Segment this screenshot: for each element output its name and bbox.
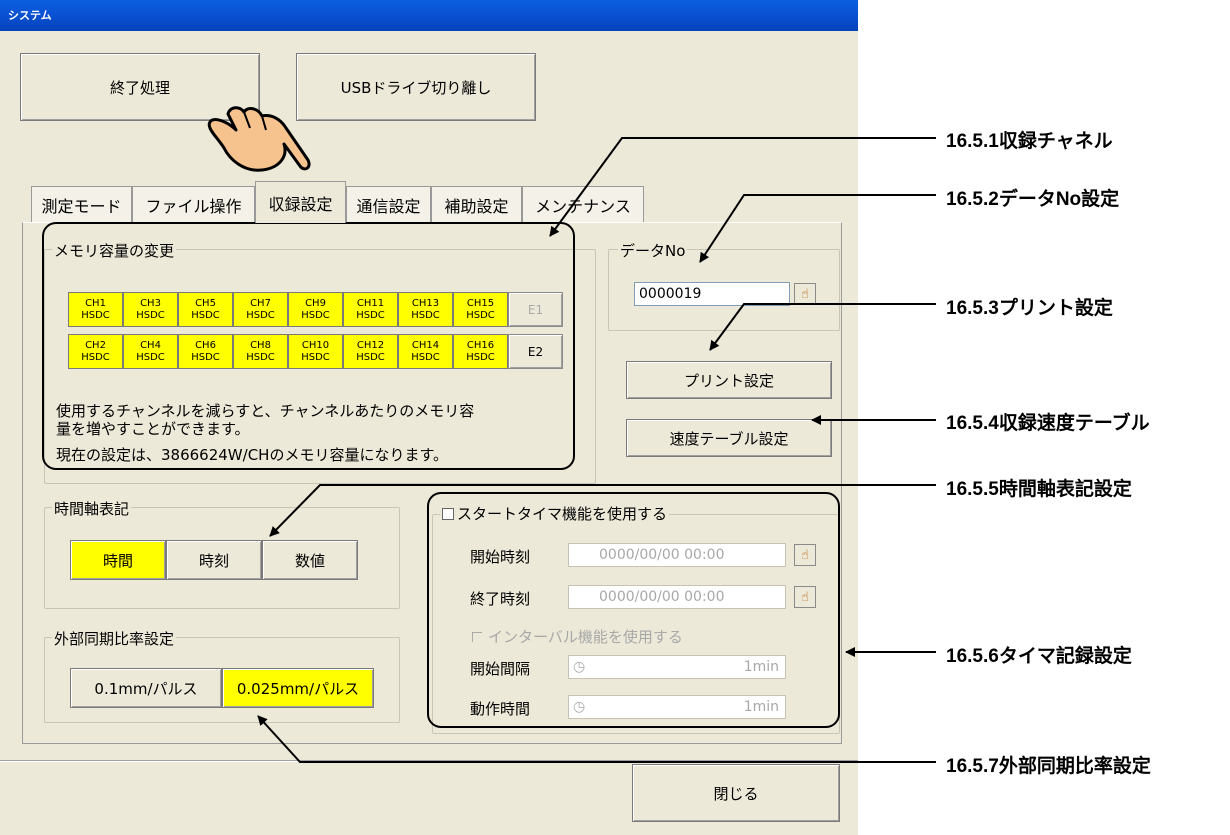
arrow-16-5-7 [257,715,936,763]
annotation-16-5-6: 16.5.6タイマ記録設定 [946,646,1132,667]
arrow-16-5-5 [269,484,936,537]
annotation-16-5-3: 16.5.3プリント設定 [946,298,1113,319]
arrow-16-5-1 [549,137,936,237]
annotation-16-5-4: 16.5.4収録速度テーブル [946,413,1150,434]
arrow-16-5-2 [699,194,936,263]
annotation-16-5-2: 16.5.2データNo設定 [946,189,1120,210]
arrow-16-5-3 [709,303,936,351]
annotation-16-5-7: 16.5.7外部同期比率設定 [946,756,1151,777]
annotation-16-5-5: 16.5.5時間軸表記設定 [946,479,1132,500]
annotation-16-5-1: 16.5.1収録チャネル [946,131,1113,152]
tab-record-settings[interactable]: 収録設定 [255,181,346,223]
